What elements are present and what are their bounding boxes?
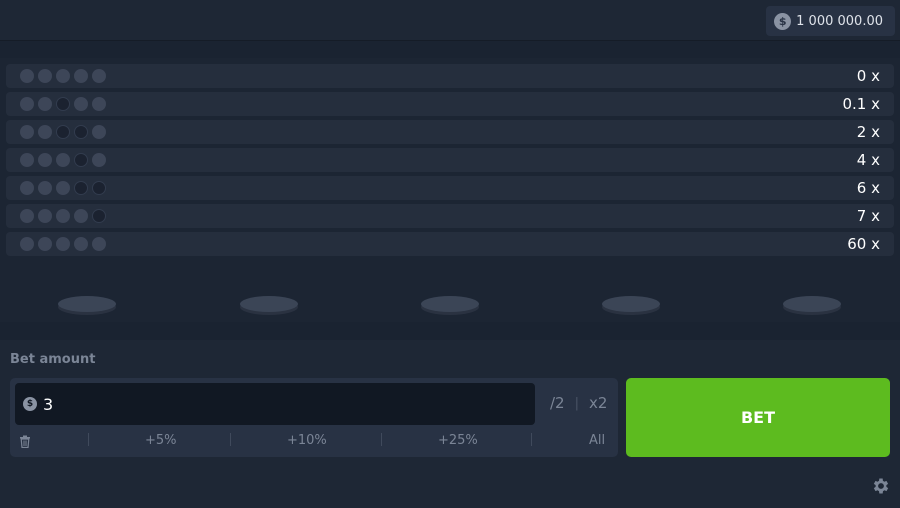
multiplier-label: 7 x	[856, 207, 880, 225]
dot	[92, 237, 106, 251]
dot	[74, 97, 88, 111]
dot	[74, 181, 88, 195]
dot	[38, 181, 52, 195]
payout-table: 0 x 0.1 x 2 x 4 x 6 x 7 x 60 x	[6, 64, 894, 260]
dot	[56, 153, 70, 167]
plus-25-percent-button[interactable]: +25%	[438, 433, 478, 448]
game-pad[interactable]	[783, 296, 841, 312]
dollar-coin-icon: $	[23, 397, 37, 411]
double-bet-button[interactable]: x2	[589, 394, 607, 412]
dot	[92, 153, 106, 167]
game-pad[interactable]	[421, 296, 479, 312]
dot	[56, 237, 70, 251]
dot	[56, 97, 70, 111]
dot	[74, 69, 88, 83]
dot	[74, 125, 88, 139]
trash-icon[interactable]	[19, 435, 31, 448]
game-pads	[0, 296, 900, 316]
bet-panel: Bet amount $ 3 /2 | x2 +5% +10% +25% All…	[0, 340, 900, 508]
plus-10-percent-button[interactable]: +10%	[287, 433, 327, 448]
row-dots	[20, 209, 110, 223]
plus-5-percent-button[interactable]: +5%	[145, 433, 177, 448]
dot	[74, 153, 88, 167]
payout-row: 60 x	[6, 232, 894, 256]
dot	[38, 97, 52, 111]
top-bar: $ 1 000 000.00	[0, 0, 900, 41]
game-board: 0 x 0.1 x 2 x 4 x 6 x 7 x 60 x	[0, 58, 900, 322]
bet-amount-value: 3	[43, 394, 54, 414]
dot	[56, 125, 70, 139]
bet-amount-box: $ 3 /2 | x2 +5% +10% +25% All	[10, 378, 618, 457]
payout-row: 0 x	[6, 64, 894, 88]
bet-amount-input[interactable]: $ 3	[15, 383, 535, 425]
divider	[531, 433, 532, 446]
multiplier-label: 2 x	[856, 123, 880, 141]
multiplier-label: 60 x	[847, 235, 880, 253]
payout-row: 2 x	[6, 120, 894, 144]
bet-button[interactable]: BET	[626, 378, 890, 457]
game-pad[interactable]	[58, 296, 116, 312]
row-dots	[20, 69, 110, 83]
dot	[56, 181, 70, 195]
payout-row: 6 x	[6, 176, 894, 200]
dot	[38, 69, 52, 83]
dot	[20, 69, 34, 83]
dot	[56, 69, 70, 83]
gear-icon[interactable]	[871, 476, 891, 496]
dot	[38, 153, 52, 167]
payout-row: 7 x	[6, 204, 894, 228]
payout-row: 0.1 x	[6, 92, 894, 116]
dot	[20, 237, 34, 251]
dot	[20, 97, 34, 111]
multiplier-label: 4 x	[856, 151, 880, 169]
dollar-coin-icon: $	[774, 12, 792, 30]
row-dots	[20, 125, 110, 139]
separator: |	[574, 395, 579, 411]
dot	[20, 153, 34, 167]
dot	[92, 125, 106, 139]
row-dots	[20, 153, 110, 167]
dot	[92, 181, 106, 195]
balance-value: 1 000 000.00	[796, 13, 883, 29]
dot	[38, 209, 52, 223]
all-in-button[interactable]: All	[589, 433, 605, 448]
game-pad[interactable]	[602, 296, 660, 312]
dot	[20, 181, 34, 195]
dot	[38, 125, 52, 139]
dot	[74, 209, 88, 223]
dot	[74, 237, 88, 251]
row-dots	[20, 97, 110, 111]
dot	[92, 69, 106, 83]
row-dots	[20, 181, 110, 195]
multiplier-label: 6 x	[856, 179, 880, 197]
divider	[88, 433, 89, 446]
half-bet-button[interactable]: /2	[550, 394, 565, 412]
dot	[92, 97, 106, 111]
dot	[92, 209, 106, 223]
divider	[230, 433, 231, 446]
dot	[20, 209, 34, 223]
game-pad[interactable]	[240, 296, 298, 312]
quick-bet-row: +5% +10% +25% All	[10, 430, 618, 452]
row-dots	[20, 237, 110, 251]
balance-display: $ 1 000 000.00	[766, 6, 895, 36]
dot	[38, 237, 52, 251]
dot	[20, 125, 34, 139]
bet-amount-label: Bet amount	[10, 352, 96, 367]
bet-modifiers: /2 | x2	[550, 394, 607, 412]
multiplier-label: 0 x	[856, 67, 880, 85]
payout-row: 4 x	[6, 148, 894, 172]
multiplier-label: 0.1 x	[842, 95, 881, 113]
dot	[56, 209, 70, 223]
divider	[381, 433, 382, 446]
